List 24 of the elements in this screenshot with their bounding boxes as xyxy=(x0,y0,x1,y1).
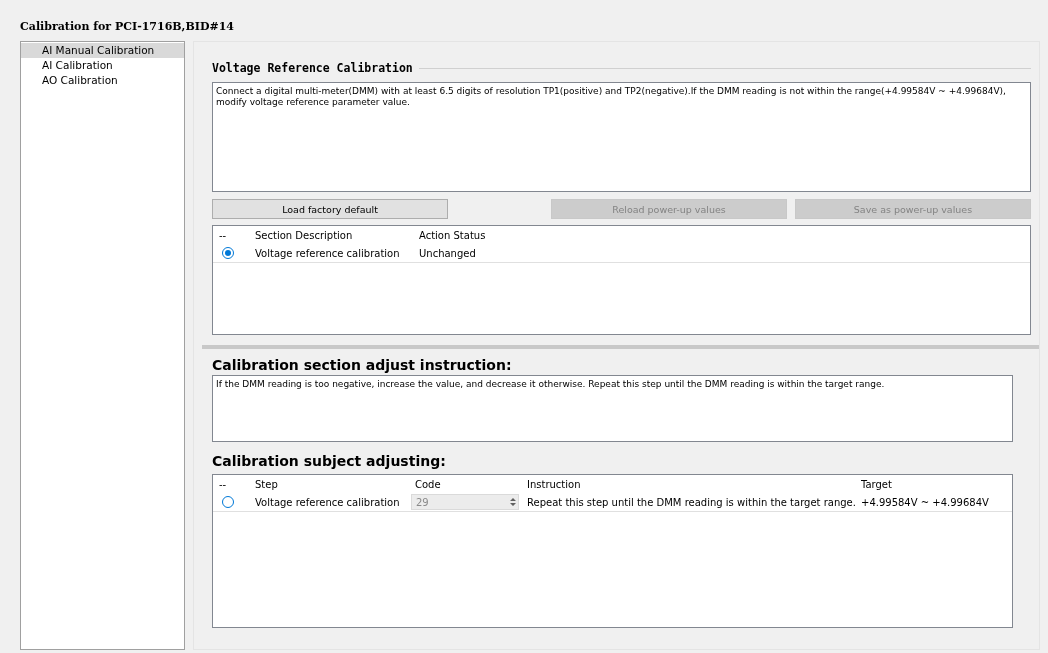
sidebar-item[interactable]: AI Calibration xyxy=(21,58,184,73)
table-cell-text: +4.99584V ~ +4.99684V xyxy=(860,496,990,508)
table-cell-text: Repeat this step until the DMM reading is within the target range. xyxy=(526,496,855,508)
column-header: -- xyxy=(218,478,228,490)
spin-arrows-icon[interactable] xyxy=(510,497,516,507)
action-button[interactable]: Load factory default xyxy=(212,199,448,219)
column-header: -- xyxy=(218,229,228,241)
sidebar-item[interactable]: AI Manual Calibration xyxy=(21,43,184,58)
column-header: Action Status xyxy=(418,229,487,241)
table-cell-text: Voltage reference calibration xyxy=(254,247,401,259)
description-box[interactable]: Connect a digital multi-meter(DMM) with at least 6.5 digits of resolution TP1(positive) and TP2(negative).If the DMM reading is not within the range(+4.99584V ~ +4.99684V), modify voltage reference parameter value. xyxy=(212,82,1031,192)
column-header: Target xyxy=(860,478,893,490)
column-header: Instruction xyxy=(526,478,582,490)
group-title: Voltage Reference Calibration xyxy=(212,61,413,75)
section-heading: Calibration section adjust instruction: xyxy=(212,356,513,375)
section-heading: Calibration subject adjusting: xyxy=(212,452,447,471)
table-cell-text: Unchanged xyxy=(418,247,477,259)
column-header: Code xyxy=(414,478,442,490)
window-title: Calibration for PCI-1716B,BID#14 xyxy=(20,20,235,35)
column-header: Step xyxy=(254,478,279,490)
table-cell-text: Voltage reference calibration xyxy=(254,496,401,508)
sidebar-item[interactable]: AO Calibration xyxy=(21,73,184,88)
column-header: Section Description xyxy=(254,229,354,241)
instruction-box[interactable]: If the DMM reading is too negative, increase the value, and decrease it otherwise. Repeat this step until the DMM reading is within the target range. xyxy=(212,375,1013,442)
